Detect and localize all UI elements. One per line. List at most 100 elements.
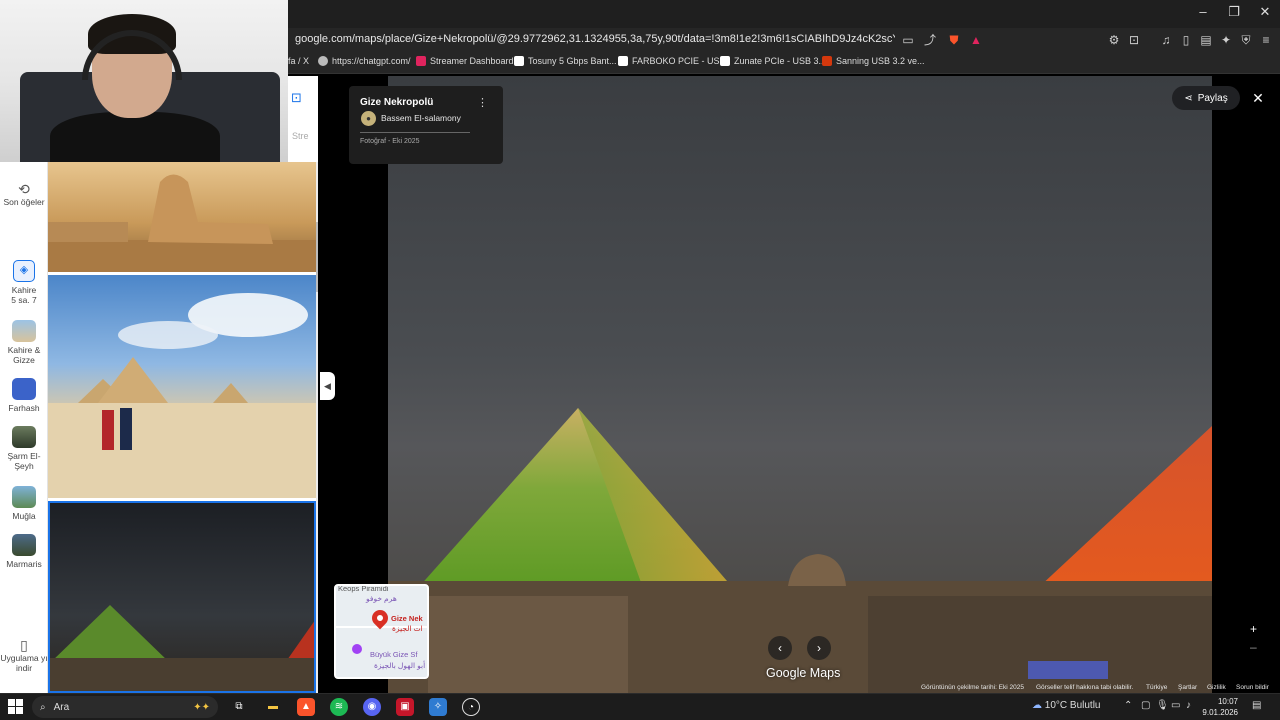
night-pyramids-illustration	[50, 605, 314, 691]
next-photo-button[interactable]: ›	[807, 636, 831, 660]
brave-shield-icon[interactable]: ⛊	[946, 32, 962, 48]
previous-photo-button[interactable]: ‹	[768, 636, 792, 660]
close-window-icon[interactable]: ✕	[1250, 4, 1280, 20]
photo-date: Fotoğraf - Eki 2025	[360, 138, 420, 145]
network-icon[interactable]: ▭	[1171, 700, 1180, 711]
media-icon[interactable]: ♫	[1158, 32, 1174, 48]
bookmark-item[interactable]: Streamer Dashboard	[416, 56, 514, 66]
leo-icon[interactable]: ✦	[1218, 32, 1234, 48]
photo-list	[48, 162, 318, 693]
spotify-icon[interactable]: ≋	[330, 698, 348, 716]
places-panel-partial: ⊡ Stre	[288, 76, 318, 162]
rail-item-mugla[interactable]: Muğla	[0, 486, 48, 521]
list-thumbnail	[12, 320, 36, 342]
pin-center	[377, 615, 383, 621]
tray-expand-icon[interactable]: ⌃	[1124, 700, 1132, 711]
photo-thumbnail-night-pyramids[interactable]	[48, 501, 316, 693]
photo-thumbnail-sphinx[interactable]	[48, 162, 316, 272]
bookmark-item[interactable]: FARBOKO PCIE - US...	[618, 56, 727, 66]
bookmark-item[interactable]: fa / X	[288, 56, 309, 66]
screenshot-icon[interactable]: ⊡	[1126, 32, 1142, 48]
microphone-icon[interactable]: 🎙︎	[1156, 700, 1169, 711]
collapse-panel-button[interactable]: ◀	[320, 372, 335, 400]
minimap-label: Keops Piramidi	[338, 584, 389, 593]
footer-link-privacy[interactable]: Gizlilik	[1207, 684, 1226, 691]
extensions-icon[interactable]: ⚙	[1106, 32, 1122, 48]
app-icon[interactable]: ▣	[396, 698, 414, 716]
minimap-label: Büyük Gize Sf	[370, 650, 418, 659]
file-explorer-icon[interactable]: ▬	[264, 698, 282, 716]
more-options-icon[interactable]: ⋮	[477, 96, 488, 109]
rail-recent[interactable]: ⟲ Son öğeler	[0, 181, 48, 207]
taskbar-clock[interactable]: 10:07 9.01.2026	[1200, 696, 1238, 718]
rail-item-farhash[interactable]: Farhash	[0, 378, 48, 413]
vpn-icon[interactable]: ⛨	[1238, 32, 1254, 48]
photo-author[interactable]: Bassem El-salamony	[381, 113, 461, 123]
minimize-icon[interactable]: –	[1188, 4, 1218, 19]
discord-icon[interactable]: ◉	[363, 698, 381, 716]
sidebar-icon[interactable]: ▯	[1178, 32, 1194, 48]
panel-partial-text: Stre	[292, 131, 309, 141]
webcam-person	[50, 112, 220, 162]
bookmark-item[interactable]: Tosuny 5 Gbps Bant...	[514, 56, 617, 66]
minimap-label: أبو الهول بالجيزة	[374, 661, 426, 670]
brave-browser-icon[interactable]: ▲	[297, 698, 315, 716]
steam-icon[interactable]: ✧	[429, 698, 447, 716]
photo-thumbnail-couple[interactable]	[48, 275, 316, 498]
photo-viewer[interactable]	[388, 76, 1212, 693]
attraction-icon	[352, 644, 362, 654]
address-bar[interactable]: google.com/maps/place/Gize+Nekropolü/@29…	[288, 28, 1280, 52]
minimap-label: هرم خوفو	[366, 594, 397, 603]
rail-item-kahire-gizze[interactable]: Kahire & Gizze	[0, 320, 48, 365]
list-thumbnail	[12, 534, 36, 556]
share-button[interactable]: ⋖ Paylaş	[1172, 86, 1240, 110]
url-text[interactable]: google.com/maps/place/Gize+Nekropolü/@29…	[295, 33, 895, 45]
list-thumbnail	[12, 426, 36, 448]
windows-start-icon[interactable]	[8, 699, 24, 715]
brave-rewards-icon[interactable]: ▲	[968, 32, 984, 48]
restore-icon[interactable]: ❐	[1219, 4, 1249, 20]
volume-icon[interactable]: ♪	[1186, 700, 1191, 711]
obs-icon[interactable]: ◔	[462, 698, 480, 716]
tray-app-icon[interactable]: ▢	[1141, 700, 1150, 711]
phone-icon: ▯	[20, 637, 28, 653]
zoom-out-icon[interactable]: –	[1250, 640, 1257, 654]
windows-taskbar: ⌕ Ara ✦✦ ⧉ ▬ ▲ ≋ ◉ ▣ ✧ ◔ ☁ 10°C Bulutlu …	[0, 693, 1280, 720]
menu-icon[interactable]: ≡	[1258, 32, 1274, 48]
author-avatar[interactable]: ●	[361, 111, 376, 126]
rail-item-sarm-el-seyh[interactable]: Şarm El-Şeyh	[0, 426, 48, 471]
sphinx-illustration	[48, 174, 316, 272]
share-page-icon[interactable]: ⤴	[922, 32, 938, 48]
zoom-in-icon[interactable]: +	[1250, 622, 1257, 636]
sparkle-icon: ✦✦	[193, 701, 210, 713]
bookmarks-bar: fa / X https://chatgpt.com/ Streamer Das…	[288, 52, 1280, 74]
footer-link-country[interactable]: Türkiye	[1146, 684, 1167, 691]
screen: – ❐ ✕ google.com/maps/place/Gize+Nekropo…	[0, 0, 1280, 720]
bookmark-item[interactable]: https://chatgpt.com/	[318, 56, 411, 66]
minimap[interactable]: Keops Piramidi هرم خوفو Gize Nek ات الجي…	[334, 584, 429, 679]
rail-item-kahire[interactable]: ◈ Kahire 5 sa. 7	[0, 260, 48, 305]
google-maps-logo: Google Maps	[766, 666, 841, 680]
rail-item-marmaris[interactable]: Marmaris	[0, 534, 48, 569]
close-viewer-icon[interactable]: ✕	[1248, 88, 1268, 108]
bookmark-item[interactable]: Sanning USB 3.2 ve...	[822, 56, 925, 66]
bookmark-item[interactable]: Zunate PCIe - USB 3...	[720, 56, 826, 66]
rail-download-app[interactable]: ▯ Uygulama yı indir	[0, 637, 48, 673]
minimap-label: ات الجيزة	[392, 624, 423, 633]
cloud-icon: ☁	[1032, 700, 1042, 711]
wallet-icon[interactable]: ▤	[1198, 32, 1214, 48]
task-view-icon[interactable]: ⧉	[230, 698, 248, 716]
footer-link-report[interactable]: Sorun bildir	[1236, 684, 1269, 691]
history-icon: ⟲	[18, 181, 30, 197]
taskbar-search[interactable]: ⌕ Ara ✦✦	[32, 696, 218, 718]
saved-lists-rail: ⟲ Son öğeler ◈ Kahire 5 sa. 7 Kahire & G…	[0, 162, 48, 693]
notifications-icon[interactable]: ▤	[1252, 700, 1261, 711]
weather-widget[interactable]: ☁ 10°C Bulutlu	[1032, 700, 1100, 711]
add-photo-icon[interactable]: ⊡	[291, 90, 302, 106]
directions-icon: ◈	[13, 260, 35, 282]
cast-icon[interactable]: ▭	[900, 32, 916, 48]
photo-place-title[interactable]: Gize Nekropolü	[360, 97, 433, 108]
footer-link-terms[interactable]: Şartlar	[1178, 684, 1197, 691]
photo-info-card: Gize Nekropolü ⋮ ● Bassem El-salamony Fo…	[349, 86, 503, 164]
copyright-notice: Görseller telif hakkına tabi olabilir.	[1036, 684, 1134, 691]
